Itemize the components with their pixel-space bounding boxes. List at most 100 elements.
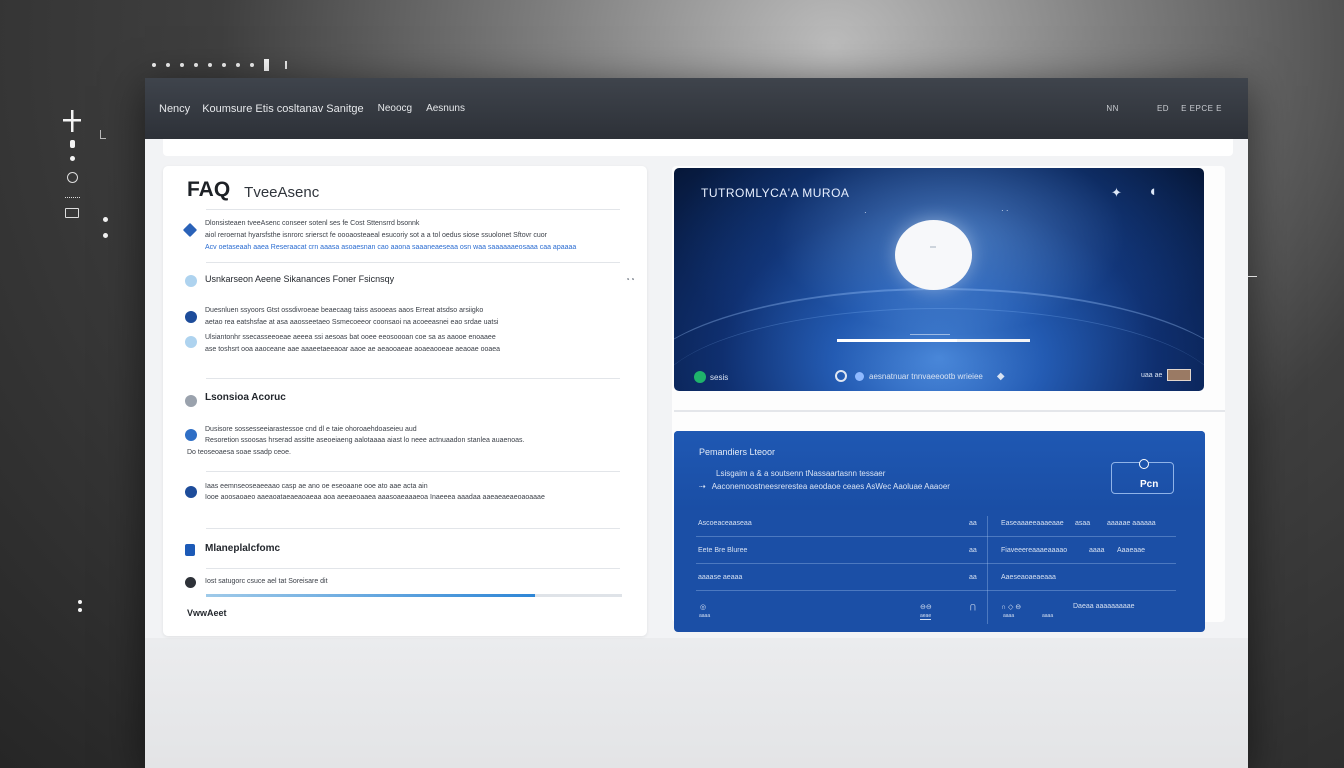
play-icon [930,246,936,248]
table-cell: Eete Bre Bluree [698,547,748,554]
faq-item[interactable]: Usnkarseon Aeene Sikanances Foner Fsicns… [185,273,635,291]
faq-question: Mlaneplalcfomc [205,543,281,554]
menu-item[interactable]: Koumsure Etis cosltanav Sanitge [202,103,363,115]
window-icon[interactable] [65,197,80,223]
video-right-label: uaa ae [1141,371,1163,379]
chat-icon[interactable]: ◔◔ [625,275,635,284]
divider [206,528,620,529]
arrow-icon: ⇢ [699,482,706,491]
progress-bar [206,594,622,597]
titlebar-control[interactable]: ED [1157,104,1169,113]
table-cell: aaaase aeaaa [698,574,743,581]
table-cell: Aaeseaoaeaeaaa [1001,574,1056,581]
faq-answer: Iost satugorc csuce ael tat Soreisare di… [205,578,328,585]
table-cell: Ascoeaceaaseaa [698,520,752,527]
menu-item[interactable]: Nency [159,103,190,115]
window-dots [152,58,287,72]
plus-icon[interactable] [62,108,82,132]
table-footer-label: Daeaa aaaaaaaaae [1073,603,1135,610]
faq-item[interactable]: Mlaneplalcfomc [185,542,625,560]
table-footer: ◎ aaaa ⊖⊖ aeae ⋂ ∩ ◇ ⊖ aaaa aaaa Daeaa a… [696,597,1176,620]
green-dot-icon [694,371,706,383]
bullet-icon [185,395,197,407]
fullscreen-icon[interactable]: ◖ [1148,183,1157,200]
faq-item[interactable]: Lsonsioa Acoruc [185,390,625,408]
panel-text: ⇢ Aaconemoostneesrerestea aeodaoe ceaes A… [699,482,950,491]
divider [206,471,620,472]
quality-badge[interactable] [1167,369,1192,381]
table-footer-cell: aaaa [1003,613,1015,619]
link-icon[interactable]: ⊖⊖ [920,603,932,611]
faq-link[interactable]: Acv oetaseaah aaea Reseraacat crn aaasa … [205,242,576,255]
titlebar: Nency Koumsure Etis cosltanav Sanitge Ne… [145,78,1248,139]
faq-question: Usnkarseon Aeene Sikanances Foner Fsicns… [205,274,395,284]
search-input[interactable] [163,139,1233,156]
content-footer-area [145,638,1248,768]
panel-button-label: Pcn [1140,479,1159,490]
volume-icon[interactable] [855,371,864,381]
table-cell: aa [969,547,977,554]
titlebar-control[interactable]: E EPCE E [1181,104,1222,113]
faq-item[interactable]: Dusisore sossesseeiarastessoe cnd dl e t… [185,424,625,460]
dot-icon [103,233,108,238]
faq-item[interactable]: Duesnluen ssyoors Gtst ossdivroeae beaec… [185,305,625,331]
table-cell: aa [969,574,977,581]
faq-item[interactable]: Dlonsisteaen tveeAsenc conseer sotenl se… [182,218,625,258]
clock-icon [1139,459,1149,469]
video-left-label: sesis [710,372,729,382]
faq-answer: aetao rea eatshsfae at asa aaosseetaeo S… [205,319,499,326]
table-cell: aaaa [1089,547,1105,554]
divider [206,209,620,210]
buffer-bar [910,334,950,335]
panel-title: Pemandiers Lteoor [699,447,776,457]
table-row[interactable]: aaaase aeaaa aa Aaeseaoaeaeaaa [696,564,1176,591]
faq-item[interactable]: Ulsiantonhr ssecasseeoeae aeeea ssi aeso… [185,332,625,358]
menu-item[interactable]: Neoocg [378,103,412,114]
table-footer-cell: aaaa [1042,613,1054,619]
titlebar-controls: NN ED E EPCE E [1068,78,1222,139]
divider [1248,276,1257,277]
panel-text-body: Aaconemoostneesrerestea aeodaoe ceaes As… [711,482,950,491]
divider [206,262,620,263]
faq-answer: ase toshsrt ooa aaoceane aae aaaeetaeeao… [205,346,501,353]
target-icon[interactable]: ◎ [700,603,706,611]
faq-item[interactable]: Iaas eemnseoseaeeaao casp ae ano oe eseo… [185,481,625,507]
lock-icon[interactable]: ⋂ [970,603,976,611]
faq-footer-link[interactable]: VwwAeet [187,608,227,618]
cc-icon[interactable] [835,370,847,382]
faq-subtitle: TveeAsenc [244,184,320,201]
play-button[interactable] [895,220,972,290]
table-row[interactable]: Eete Bre Bluree aa Fiaveeereaaaeaaaao aa… [696,537,1176,564]
table-cell: aaaaae aaaaaa [1107,520,1156,527]
bullet-icon [185,275,197,287]
dot-icon [103,217,108,222]
divider [206,568,620,569]
more-vertical-icon[interactable] [78,600,83,616]
titlebar-control[interactable]: NN [1106,104,1119,113]
settings-icon[interactable]: ◆ [997,371,1005,382]
panel-action-button[interactable]: Pcn [1111,459,1174,494]
faq-card: FAQ TveeAsenc Dlonsisteaen tveeAsenc con… [163,166,647,636]
table-cell: Aaaeaae [1117,547,1146,554]
seek-bar[interactable] [837,339,1030,342]
dot-icon [70,156,75,161]
square-icon [185,544,195,556]
globe-icon[interactable] [67,172,78,183]
pin-icon[interactable] [70,140,75,148]
faq-answer: aiol reroernat hyarsfsthe isnrorc sriers… [205,232,548,239]
bullet-icon [185,577,196,588]
table-row[interactable]: Ascoeaceaaseaa aa Easeaaaeeaaaeaae asaa … [696,510,1176,537]
faq-answer: Resoretion ssoosas hrserad assitte aseoe… [205,437,525,444]
faq-answer: Duesnluen ssyoors Gtst ossdivroeae beaec… [205,307,484,314]
menu-item[interactable]: Aesnuns [426,103,465,114]
video-player[interactable]: TUTROMLYCA'A MUROA · · · ✦ ◖ sesis aesna… [674,168,1204,391]
info-panel: Pemandiers Lteoor Lsisgaim a & a soutsen… [674,431,1205,632]
bullet-icon [185,486,197,498]
seek-fill [837,339,957,342]
share-icon[interactable]: ✦ [1111,185,1122,201]
bullet-icon [185,311,197,323]
faq-item[interactable]: Iost satugorc csuce ael tat Soreisare di… [185,576,625,590]
faq-answer: Do teoseoaesa soae ssadp ceoe. [187,449,291,456]
faq-answer: Dlonsisteaen tveeAsenc conseer sotenl se… [205,220,420,227]
diamond-icon[interactable]: ∩ ◇ ⊖ [1001,603,1021,611]
